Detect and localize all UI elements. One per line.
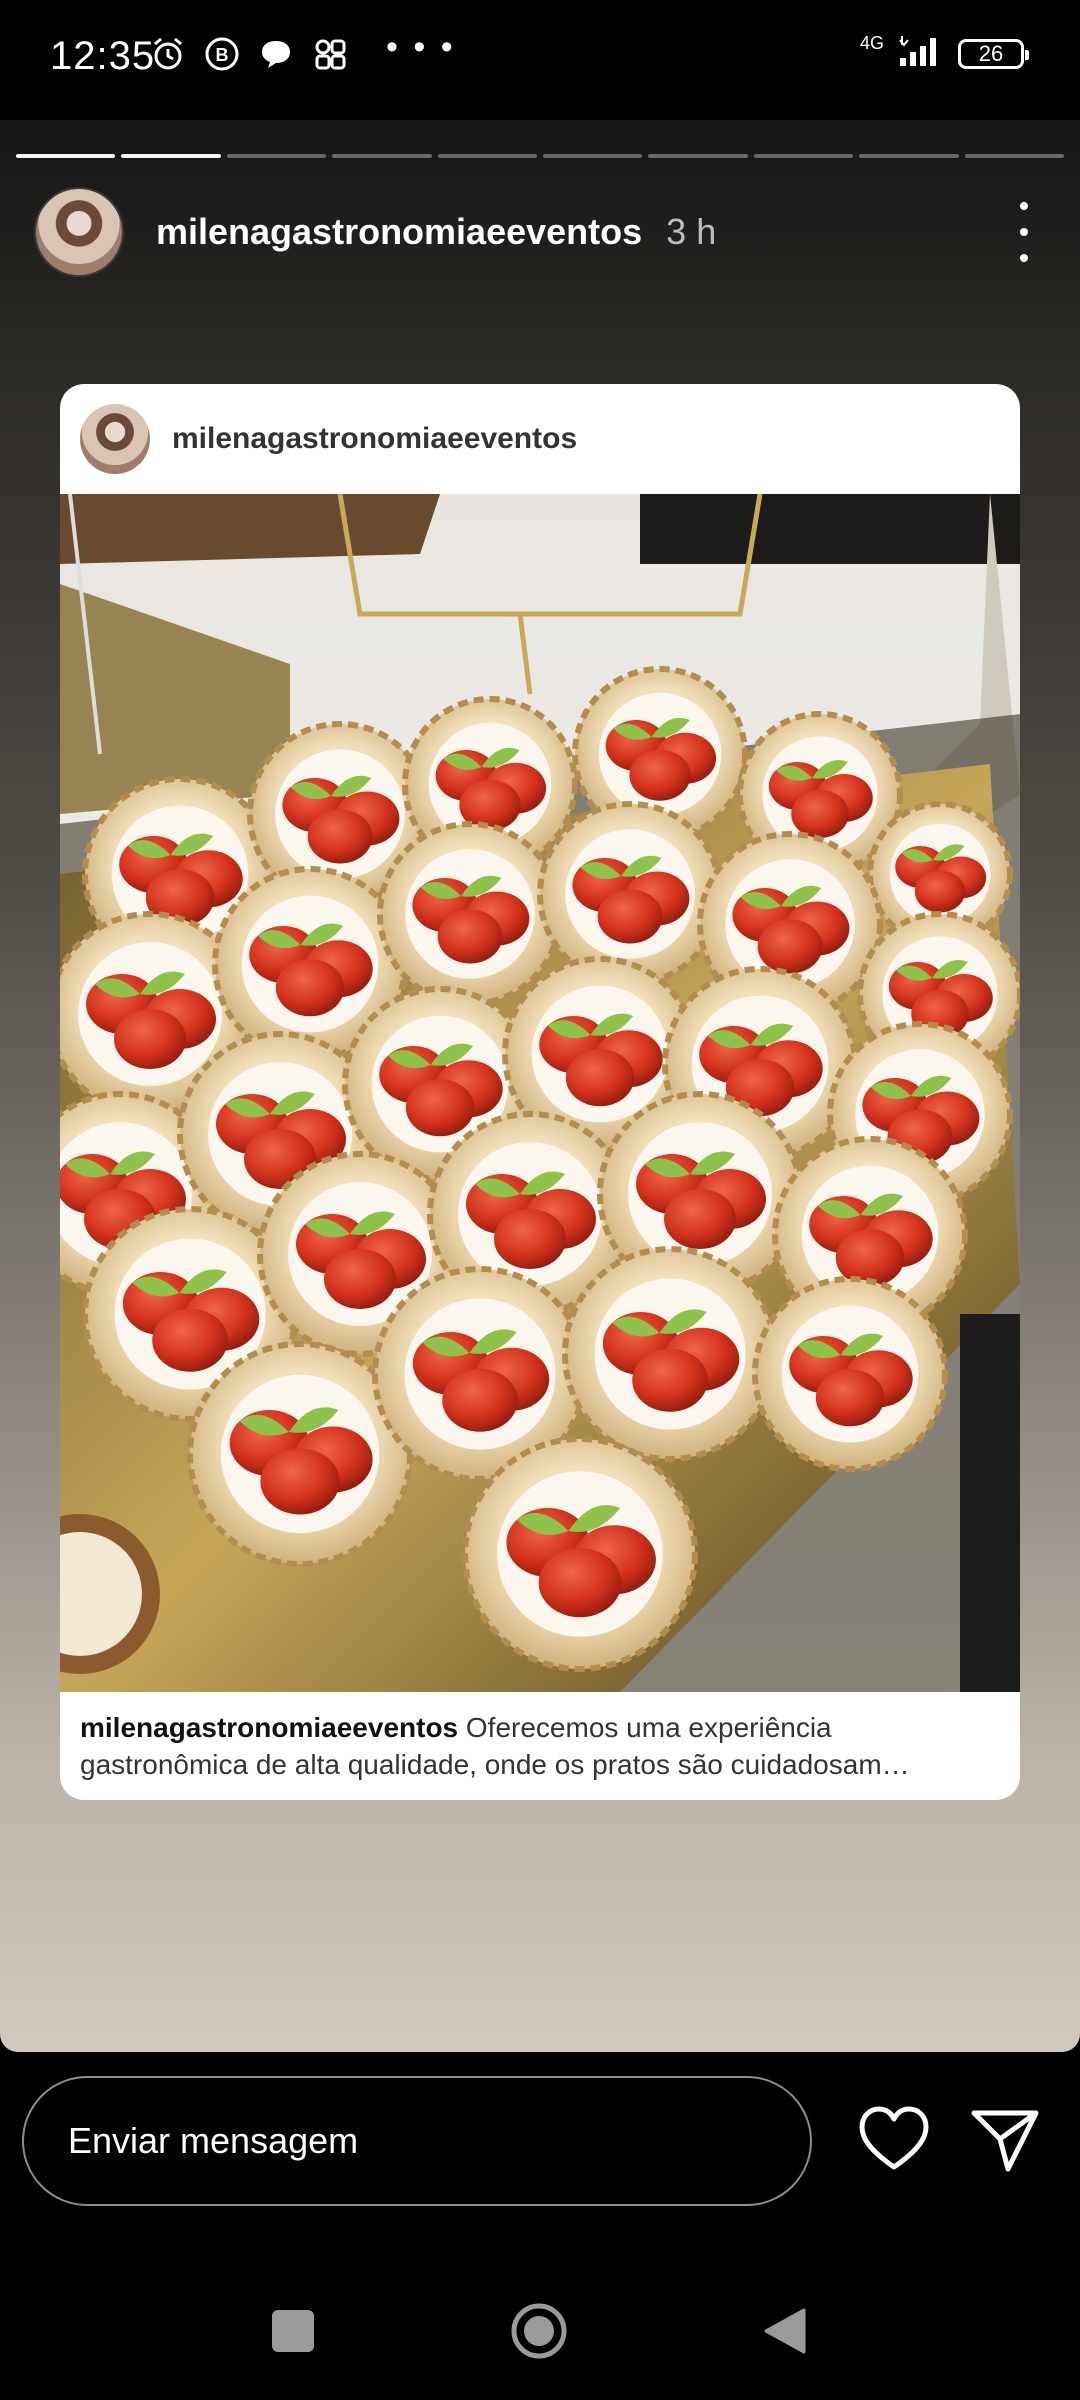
battery-level: 26 bbox=[978, 40, 1004, 66]
story-progress-segment bbox=[437, 154, 538, 158]
home-button[interactable] bbox=[510, 2302, 568, 2360]
story-progress bbox=[16, 154, 1065, 158]
notification-icons: B • • • bbox=[150, 28, 456, 72]
post-username: milenagastronomiaeeventos bbox=[172, 422, 578, 455]
network-type: 4G bbox=[859, 33, 884, 53]
story-progress-segment bbox=[16, 154, 116, 158]
story-progress-segment bbox=[859, 154, 959, 158]
chat-bubble-icon bbox=[258, 36, 294, 72]
like-heart-icon[interactable] bbox=[858, 2105, 930, 2175]
post-header: milenagastronomiaeeventos bbox=[60, 384, 1020, 494]
story-header: milenagastronomiaeeventos 3 h bbox=[34, 184, 1054, 280]
b-app-icon: B bbox=[204, 36, 240, 72]
story-username[interactable]: milenagastronomiaeeventos bbox=[156, 211, 642, 253]
story-progress-segment bbox=[226, 154, 327, 158]
alarm-icon bbox=[150, 36, 186, 72]
system-indicators: 4G 26 bbox=[859, 33, 1029, 73]
story-time: 3 h bbox=[666, 211, 717, 252]
back-button[interactable] bbox=[762, 2306, 808, 2356]
svg-text:B: B bbox=[216, 45, 229, 65]
story-progress-segment bbox=[648, 154, 748, 158]
recent-apps-button[interactable] bbox=[272, 2310, 314, 2352]
message-input[interactable]: Enviar mensagem bbox=[22, 2076, 812, 2206]
caption-username: milenagastronomiaeeventos bbox=[80, 1712, 459, 1743]
story-viewer[interactable]: milenagastronomiaeeventos 3 h milenagast… bbox=[0, 120, 1080, 2052]
signal-icon bbox=[898, 34, 944, 73]
story-progress-segment bbox=[753, 154, 854, 158]
more-options-icon[interactable] bbox=[1004, 202, 1044, 262]
status-bar: 12:35 B • • • 4G 26 bbox=[0, 0, 1080, 120]
post-photo bbox=[60, 494, 1020, 1692]
tartlets-photo bbox=[60, 494, 1020, 1692]
story-progress-segment bbox=[332, 154, 432, 158]
post-avatar bbox=[80, 404, 150, 474]
battery-icon: 26 bbox=[958, 38, 1029, 69]
clock: 12:35 bbox=[50, 34, 156, 78]
post-caption[interactable]: milenagastronomiaeeventos Oferecemos uma… bbox=[80, 1709, 1000, 1783]
more-notifications-icon: • • • bbox=[386, 27, 456, 66]
app-grid-icon bbox=[312, 36, 348, 72]
message-placeholder: Enviar mensagem bbox=[68, 2120, 359, 2161]
shared-post-card[interactable]: milenagastronomiaeeventos milenagastrono… bbox=[60, 384, 1020, 1800]
story-progress-segment bbox=[543, 154, 643, 158]
story-progress-segment bbox=[121, 154, 221, 158]
story-progress-segment bbox=[964, 154, 1065, 158]
avatar[interactable] bbox=[34, 187, 124, 277]
send-direct-icon[interactable] bbox=[970, 2105, 1040, 2175]
